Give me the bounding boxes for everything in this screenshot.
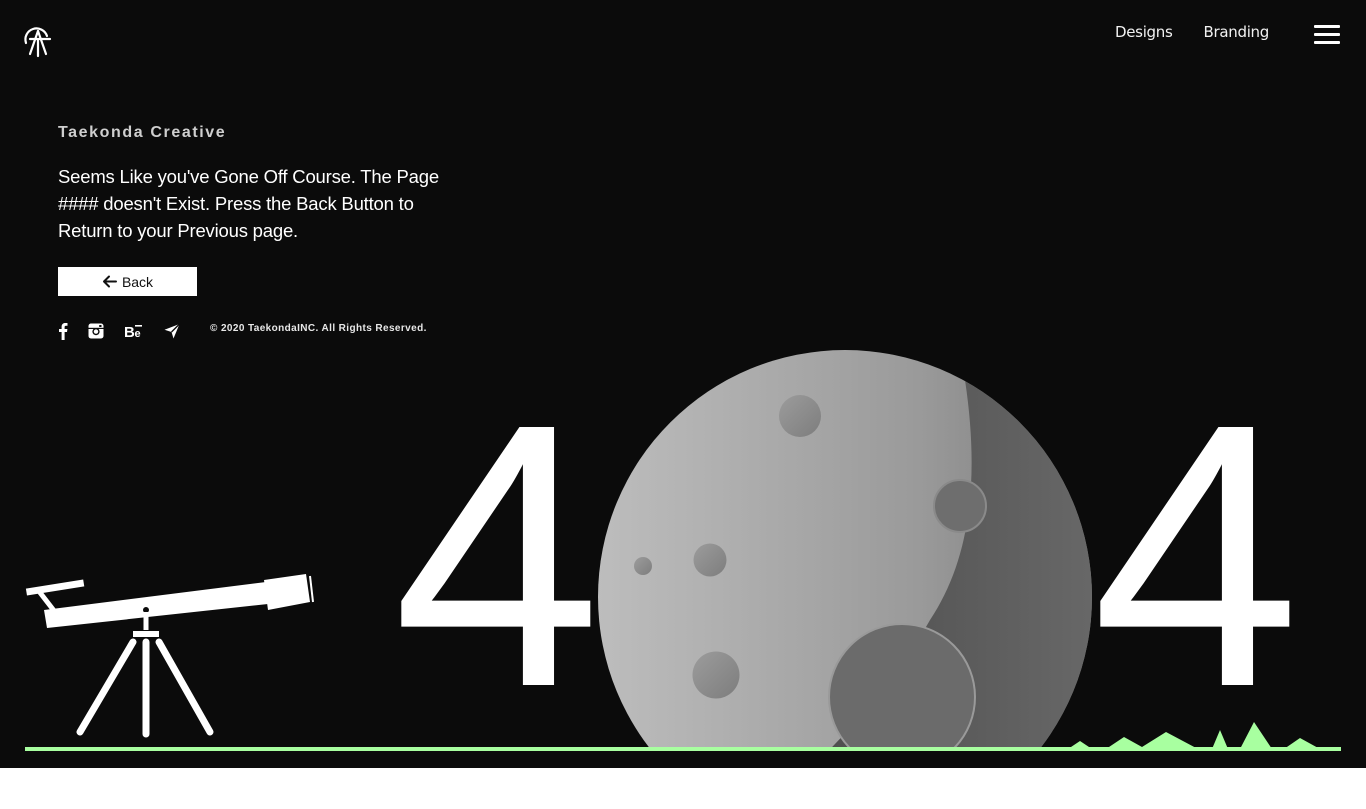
404-illustration: 4 4 (25, 347, 1341, 765)
digit-four-right: 4 (1092, 347, 1301, 765)
error-page: Designs Branding Taekonda Creative Seems… (0, 0, 1366, 768)
moon-graphic (598, 350, 1092, 747)
telescope-graphic (25, 574, 314, 738)
digit-four-left: 4 (393, 347, 602, 765)
